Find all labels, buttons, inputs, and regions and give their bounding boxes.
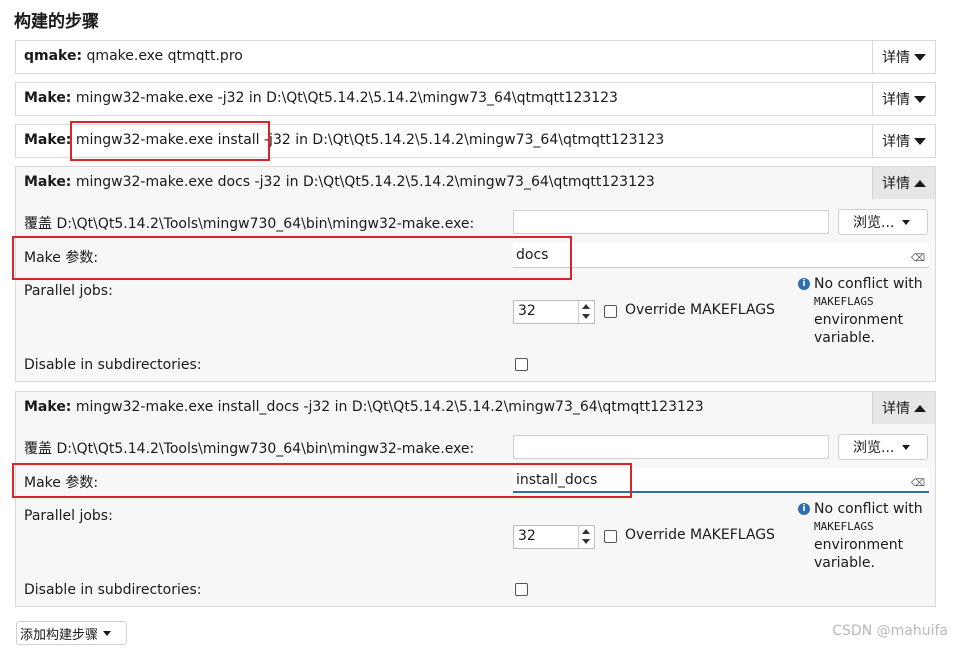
dropdown-arrow-icon [902,444,911,450]
spin-down-icon[interactable] [582,314,590,319]
override-make-field[interactable] [513,435,829,459]
step-summary: Make: mingw32-make.exe -j32 in D:\Qt\Qt5… [24,90,618,106]
spin-buttons[interactable] [578,301,594,323]
details-button[interactable]: 详情 [872,41,935,73]
parallel-jobs-value: 32 [518,303,536,319]
note-line: environment [814,312,904,328]
step-command: qmake.exe qtmqtt.pro [82,48,243,64]
info-icon: i [798,278,810,290]
disable-subdirs-label: Disable in subdirectories: [24,357,202,373]
step-header: Make: mingw32-make.exe -j32 in D:\Qt\Qt5… [16,83,935,115]
step-kind: qmake: [24,48,83,64]
step-command: mingw32-make.exe docs -j32 in D:\Qt\Qt5.… [71,174,655,190]
build-step-make-docs: Make: mingw32-make.exe docs -j32 in D:\Q… [15,166,936,382]
details-button[interactable]: 详情 [872,167,935,199]
step-kind: Make: [24,174,72,190]
parallel-jobs-spinbox[interactable]: 32 [513,525,595,549]
step-command: mingw32-make.exe install_docs -j32 in D:… [71,399,704,415]
override-makeflags-label: Override MAKEFLAGS [625,527,775,543]
disable-subdirs-checkbox[interactable] [515,583,528,596]
override-make-label: 覆盖 D:\Qt\Qt5.14.2\Tools\mingw730_64\bin\… [24,216,475,232]
spin-down-icon[interactable] [582,539,590,544]
dropdown-arrow-icon [902,219,911,225]
note-line: No conflict with [814,501,923,517]
override-make-label: 覆盖 D:\Qt\Qt5.14.2\Tools\mingw730_64\bin\… [24,441,475,457]
parallel-jobs-label: Parallel jobs: [24,508,113,524]
browse-button[interactable]: 浏览... [838,209,928,235]
step-command: mingw32-make.exe install -j32 in D:\Qt\Q… [71,132,665,148]
spin-up-icon[interactable] [582,529,590,534]
chevron-up-icon [914,179,926,187]
step-kind: Make: [24,399,72,415]
details-label: 详情 [882,401,910,417]
step-header: Make: mingw32-make.exe install -j32 in D… [16,125,935,157]
step-header: Make: mingw32-make.exe install_docs -j32… [16,392,935,424]
step-command: mingw32-make.exe -j32 in D:\Qt\Qt5.14.2\… [71,90,618,106]
make-args-value: docs [516,247,549,263]
override-makeflags-checkbox[interactable] [604,530,617,543]
step-kind: Make: [24,132,72,148]
details-button[interactable]: 详情 [872,83,935,115]
chevron-down-icon [914,95,926,103]
step-summary: Make: mingw32-make.exe install -j32 in D… [24,132,664,148]
browse-label: 浏览... [853,215,895,231]
note-line: No conflict with [814,276,923,292]
step-summary: Make: mingw32-make.exe docs -j32 in D:\Q… [24,174,655,190]
add-build-step-label: 添加构建步骤 [20,627,99,643]
add-build-step-button[interactable]: 添加构建步骤 [16,621,127,645]
chevron-down-icon [914,137,926,145]
dropdown-arrow-icon [103,630,112,636]
browse-button[interactable]: 浏览... [838,434,928,460]
info-icon: i [798,503,810,515]
parallel-jobs-label: Parallel jobs: [24,283,113,299]
note-line: variable. [814,330,875,346]
build-step-qmake: qmake: qmake.exe qtmqtt.pro 详情 [15,40,936,74]
step-header: qmake: qmake.exe qtmqtt.pro 详情 [16,41,935,73]
step-header: Make: mingw32-make.exe docs -j32 in D:\Q… [16,167,935,199]
spin-up-icon[interactable] [582,304,590,309]
browse-label: 浏览... [853,440,895,456]
override-makeflags-label: Override MAKEFLAGS [625,302,775,318]
make-args-input[interactable]: install_docs ⌫ [513,468,929,493]
note-line: variable. [814,555,875,571]
make-args-input[interactable]: docs ⌫ [513,243,929,268]
clear-text-icon[interactable]: ⌫ [911,247,925,271]
details-label: 详情 [882,50,910,66]
override-makeflags-checkbox[interactable] [604,305,617,318]
chevron-up-icon [914,404,926,412]
build-step-make-install: Make: mingw32-make.exe install -j32 in D… [15,124,936,158]
note-line-mono: MAKEFLAGS [814,295,874,308]
section-title: 构建的步骤 [14,12,99,32]
make-args-label: Make 参数: [24,250,99,266]
note-line-mono: MAKEFLAGS [814,520,874,533]
step-kind: Make: [24,90,72,106]
details-button[interactable]: 详情 [872,392,935,424]
clear-text-icon[interactable]: ⌫ [911,472,925,496]
disable-subdirs-checkbox[interactable] [515,358,528,371]
makeflags-note: No conflict with MAKEFLAGS environment v… [814,500,939,572]
step-summary: Make: mingw32-make.exe install_docs -j32… [24,399,704,415]
build-step-make: Make: mingw32-make.exe -j32 in D:\Qt\Qt5… [15,82,936,116]
step-summary: qmake: qmake.exe qtmqtt.pro [24,48,243,64]
chevron-down-icon [914,53,926,61]
override-make-field[interactable] [513,210,829,234]
details-label: 详情 [882,134,910,150]
parallel-jobs-value: 32 [518,528,536,544]
build-step-make-install-docs: Make: mingw32-make.exe install_docs -j32… [15,391,936,607]
details-label: 详情 [882,92,910,108]
watermark: CSDN @mahuifa [832,623,948,639]
note-line: environment [814,537,904,553]
makeflags-note: No conflict with MAKEFLAGS environment v… [814,275,939,347]
make-args-label: Make 参数: [24,475,99,491]
spin-buttons[interactable] [578,526,594,548]
parallel-jobs-spinbox[interactable]: 32 [513,300,595,324]
details-button[interactable]: 详情 [872,125,935,157]
disable-subdirs-label: Disable in subdirectories: [24,582,202,598]
details-label: 详情 [882,176,910,192]
make-args-value: install_docs [516,472,598,488]
